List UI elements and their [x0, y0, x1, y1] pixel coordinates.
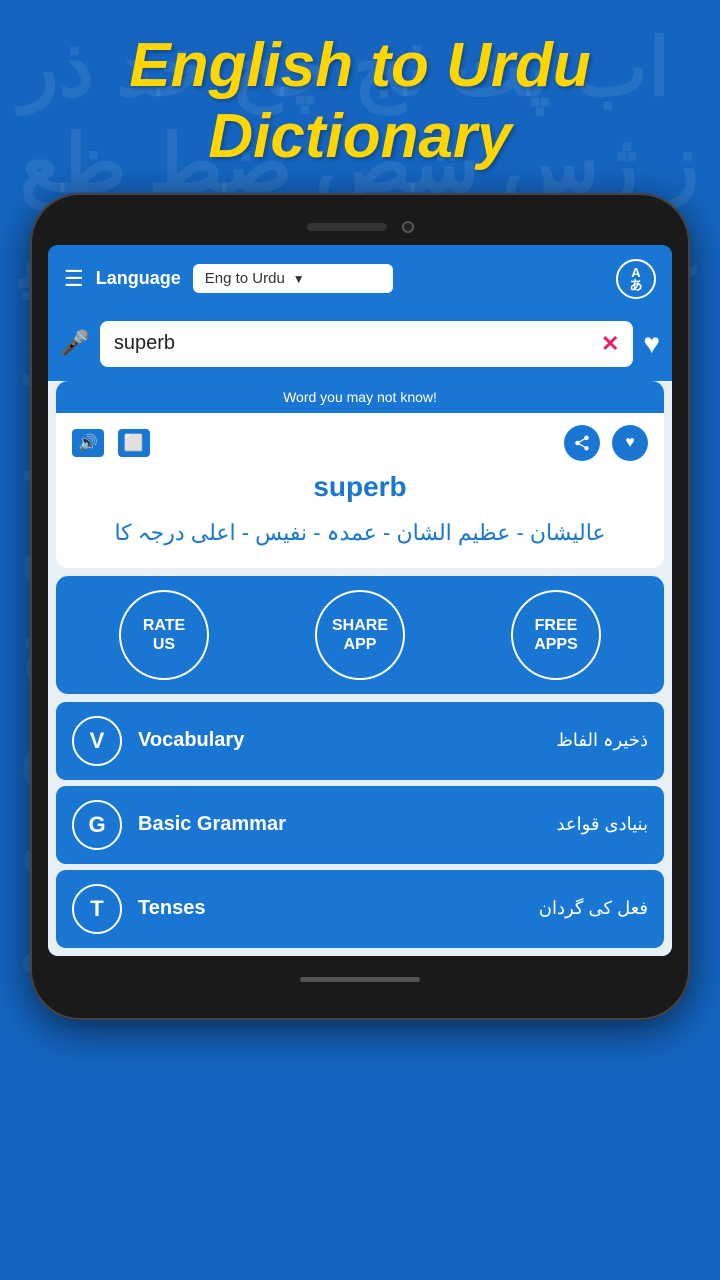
search-input[interactable]: superb	[114, 332, 591, 355]
hamburger-menu-icon[interactable]: ☰	[64, 266, 84, 292]
language-dropdown-text: Eng to Urdu	[205, 270, 285, 287]
favorite-icon[interactable]: ♥	[643, 328, 660, 360]
phone-screen: ☰ Language Eng to Urdu ▼ Aあ 🎤 superb ✕ ♥…	[48, 245, 672, 956]
speaker-icon[interactable]: 🔊	[72, 429, 104, 457]
word-translation: عالیشان - عظیم الشان - عمدہ - نفیس - اعل…	[72, 515, 648, 550]
copy-icon[interactable]: ⬜	[118, 429, 150, 457]
free-apps-button[interactable]: FREEAPPS	[511, 590, 601, 680]
word-card-body: 🔊 ⬜ ♥ superb عالیش	[56, 413, 664, 568]
grammar-urdu: بنیادی قواعد	[556, 814, 648, 835]
phone-frame: ☰ Language Eng to Urdu ▼ Aあ 🎤 superb ✕ ♥…	[30, 193, 690, 1020]
menu-list: V Vocabulary ذخیرہ الفاظ G Basic Grammar…	[56, 702, 664, 948]
right-actions: ♥	[564, 425, 648, 461]
dropdown-arrow-icon: ▼	[293, 272, 305, 286]
grammar-label: Basic Grammar	[138, 813, 540, 836]
tenses-menu-item[interactable]: T Tenses فعل کی گردان	[56, 870, 664, 948]
tenses-label: Tenses	[138, 897, 523, 920]
action-buttons-row: RATEUS SHAREAPP FREEAPPS	[56, 576, 664, 694]
word-title: superb	[72, 471, 648, 503]
vocabulary-menu-item[interactable]: V Vocabulary ذخیرہ الفاظ	[56, 702, 664, 780]
app-title: English to Urdu Dictionary	[0, 0, 720, 193]
grammar-icon: G	[72, 800, 122, 850]
phone-bottom-bar	[40, 970, 680, 990]
search-input-wrapper[interactable]: superb ✕	[100, 321, 633, 367]
word-card-actions: 🔊 ⬜ ♥	[72, 425, 648, 461]
share-icon[interactable]	[564, 425, 600, 461]
rate-us-button[interactable]: RATEUS	[119, 590, 209, 680]
phone-speaker	[307, 223, 387, 231]
search-bar-row: 🎤 superb ✕ ♥	[48, 313, 672, 381]
phone-camera	[402, 221, 414, 233]
microphone-icon[interactable]: 🎤	[60, 329, 90, 358]
clear-icon[interactable]: ✕	[601, 331, 619, 357]
vocabulary-urdu: ذخیرہ الفاظ	[556, 730, 648, 751]
language-dropdown[interactable]: Eng to Urdu ▼	[193, 264, 393, 293]
phone-home-bar	[300, 977, 420, 982]
share-app-button[interactable]: SHAREAPP	[315, 590, 405, 680]
vocabulary-label: Vocabulary	[138, 729, 540, 752]
word-card: Word you may not know! 🔊 ⬜	[56, 381, 664, 568]
left-actions: 🔊 ⬜	[72, 429, 150, 457]
app-topbar: ☰ Language Eng to Urdu ▼ Aあ	[48, 245, 672, 313]
vocabulary-icon: V	[72, 716, 122, 766]
heart-icon-card[interactable]: ♥	[612, 425, 648, 461]
word-banner: Word you may not know!	[56, 381, 664, 413]
phone-top-bar	[40, 213, 680, 245]
translate-icon[interactable]: Aあ	[616, 259, 656, 299]
translate-icon-text: Aあ	[629, 266, 642, 292]
language-label: Language	[96, 268, 181, 289]
tenses-urdu: فعل کی گردان	[539, 898, 648, 919]
main-content: Word you may not know! 🔊 ⬜	[48, 381, 672, 956]
grammar-menu-item[interactable]: G Basic Grammar بنیادی قواعد	[56, 786, 664, 864]
tenses-icon: T	[72, 884, 122, 934]
